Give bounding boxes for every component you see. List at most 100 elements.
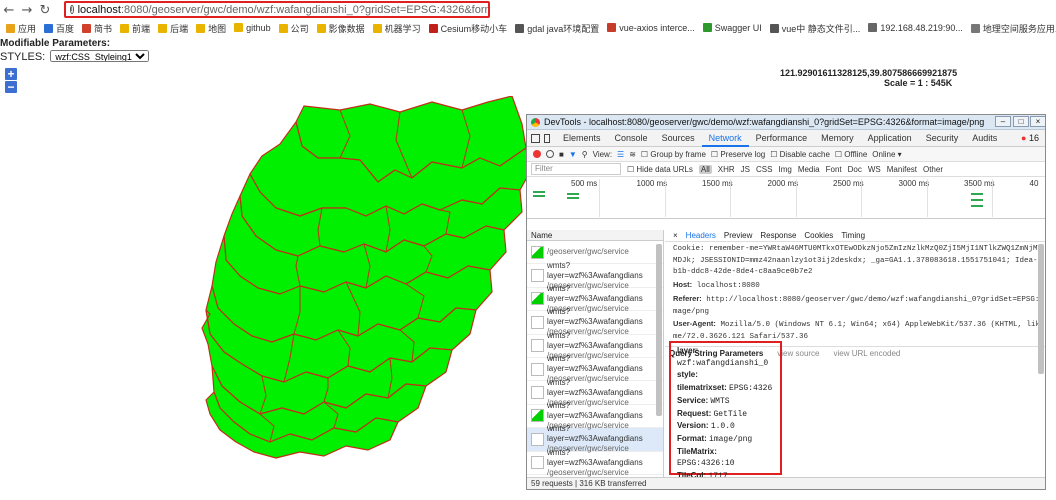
timeline-gridline <box>664 179 666 217</box>
request-name: wmts?layer=wzf%3Awafangdians <box>547 330 643 350</box>
bookmark-item[interactable]: 192.168.48.219:90... <box>868 23 963 33</box>
filter-type-media[interactable]: Media <box>798 165 820 174</box>
preserve-log-checkbox[interactable]: ☐ Preserve log <box>711 150 765 159</box>
bookmark-label: 机器学习 <box>384 23 421 34</box>
tab-security[interactable]: Security <box>919 130 966 147</box>
clear-icon[interactable] <box>546 150 554 158</box>
devtools-tabs: Elements Console Sources Network Performance… <box>527 130 1045 147</box>
bookmark-label: 影像数据 <box>328 23 365 34</box>
request-name: wmts?layer=wzf%3Awafangdians <box>547 260 643 280</box>
detail-tab-preview[interactable]: Preview <box>724 231 752 240</box>
bookmark-label: Swagger UI <box>714 23 762 33</box>
view-waterfall-icon[interactable]: ≋ <box>629 150 636 159</box>
error-icon: ● <box>1021 133 1027 143</box>
bookmark-item[interactable]: 地图 <box>196 22 226 35</box>
filter-type-xhr[interactable]: XHR <box>718 165 735 174</box>
tab-elements[interactable]: Elements <box>556 130 608 147</box>
tab-console[interactable]: Console <box>608 130 655 147</box>
record-icon[interactable] <box>533 150 541 158</box>
bookmark-item[interactable]: Cesium移动小车 <box>428 22 507 35</box>
header-cookie-line: Cookie: remember-me=YWRtaW46MTU0MTkxOTEw… <box>673 245 1038 253</box>
maximize-button[interactable]: □ <box>1013 116 1029 127</box>
filter-icon[interactable]: ▼ <box>569 150 577 159</box>
tab-audits[interactable]: Audits <box>965 130 1004 147</box>
offline-checkbox[interactable]: ☐ Offline <box>835 150 867 159</box>
bookmark-item[interactable]: 后端 <box>158 22 188 35</box>
address-bar[interactable]: i localhost :8080/geoserver/gwc/demo/wzf… <box>64 1 490 18</box>
detail-tab-cookies[interactable]: Cookies <box>804 231 833 240</box>
group-by-frame-checkbox[interactable]: ☐ Group by frame <box>641 150 706 159</box>
inspect-icon[interactable] <box>531 133 540 143</box>
bookmark-item[interactable]: gdal java环境配置 <box>515 22 599 35</box>
bookmark-label: 公司 <box>290 23 309 34</box>
error-count-badge[interactable]: ● 16 <box>1021 133 1039 143</box>
zoom-in-button[interactable]: + <box>5 68 17 80</box>
filter-type-ws[interactable]: WS <box>868 165 881 174</box>
search-icon[interactable]: ⚲ <box>582 150 588 159</box>
detail-tab-response[interactable]: Response <box>760 231 796 240</box>
bookmark-item[interactable]: 简书 <box>82 22 112 35</box>
request-list-scrollbar[interactable] <box>656 244 662 416</box>
back-arrow-icon[interactable]: ← <box>0 3 18 18</box>
bookmark-label: gdal java环境配置 <box>527 23 600 34</box>
offline-label: Offline <box>844 149 868 159</box>
bookmark-item[interactable]: 应用 <box>6 22 36 35</box>
close-button[interactable]: × <box>1030 116 1045 127</box>
filter-type-css[interactable]: CSS <box>756 165 772 174</box>
detail-tab-headers[interactable]: Headers <box>686 231 716 240</box>
query-param-key: tilematrixset: <box>677 383 727 393</box>
view-source-link[interactable]: view source <box>777 349 819 358</box>
throttle-select[interactable]: Online ▾ <box>872 150 901 159</box>
tab-sources[interactable]: Sources <box>655 130 702 147</box>
filter-type-manifest[interactable]: Manifest <box>887 165 917 174</box>
tab-memory[interactable]: Memory <box>814 130 861 147</box>
filter-type-js[interactable]: JS <box>741 165 750 174</box>
bookmark-item[interactable]: github <box>234 23 271 33</box>
name-column-header[interactable]: Name <box>527 230 663 241</box>
styles-select[interactable]: wzf:CSS_Styleing1 <box>50 50 150 62</box>
camera-icon[interactable]: ■ <box>559 150 564 159</box>
filter-type-other[interactable]: Other <box>923 165 943 174</box>
bookmark-item[interactable]: vue中 静态文件引... <box>769 22 860 35</box>
bookmark-item[interactable]: 机器学习 <box>372 22 421 35</box>
filter-type-img[interactable]: Img <box>778 165 791 174</box>
bookmark-item[interactable]: 公司 <box>278 22 309 35</box>
timeline-bar <box>971 205 983 207</box>
query-param-key: Request: <box>677 408 712 418</box>
zoom-out-button[interactable]: − <box>5 81 17 93</box>
filter-type-font[interactable]: Font <box>826 165 842 174</box>
network-timeline[interactable]: 500 ms 1000 ms 1500 ms 2000 ms 2500 ms 3000 m… <box>527 177 1045 219</box>
forward-arrow-icon[interactable]: → <box>18 3 36 18</box>
tab-application[interactable]: Application <box>861 130 919 147</box>
request-row[interactable]: wmts?layer=wzf%3Awafangdians/geoserver/g… <box>527 448 663 477</box>
device-icon[interactable] <box>544 133 550 143</box>
tab-network[interactable]: Network <box>701 130 749 147</box>
bookmark-item[interactable]: 影像数据 <box>316 22 365 35</box>
request-headers: Cookie: remember-me=YWRtaW46MTU0MTkxOTEw… <box>665 242 1045 346</box>
close-details-icon[interactable]: × <box>673 231 678 240</box>
filter-all-button[interactable]: All <box>698 164 712 174</box>
view-url-encoded-link[interactable]: view URL encoded <box>834 349 901 358</box>
minimize-button[interactable]: – <box>995 116 1011 127</box>
header-referer-cont: mage/png <box>673 307 710 316</box>
bookmark-label: 应用 <box>18 23 37 34</box>
bookmark-item[interactable]: 地理空间服务应用... <box>970 22 1056 35</box>
filter-type-doc[interactable]: Doc <box>848 165 862 174</box>
map-canvas[interactable] <box>200 96 540 466</box>
disable-cache-label: Disable cache <box>779 149 830 159</box>
query-param: Format: image/png <box>677 433 774 446</box>
detail-tab-timing[interactable]: Timing <box>841 231 865 240</box>
bookmarks-bar: 应用 百度 简书 前端 后端 地图 github 公司 影像数据 机器学习 Cesium移动小车 gd… <box>0 20 1056 36</box>
bookmark-item[interactable]: vue-axios interce... <box>607 23 695 33</box>
view-list-icon[interactable]: ☰ <box>617 150 624 159</box>
details-scrollbar[interactable] <box>1038 244 1044 374</box>
filter-input[interactable]: Filter <box>531 163 621 175</box>
reload-icon[interactable]: ↻ <box>36 3 54 18</box>
disable-cache-checkbox[interactable]: ☐ Disable cache <box>770 150 830 159</box>
bookmark-item[interactable]: Swagger UI <box>702 23 762 33</box>
hide-data-urls-checkbox[interactable]: ☐ Hide data URLs <box>627 165 693 174</box>
bookmark-item[interactable]: 前端 <box>120 22 150 35</box>
url-host: localhost <box>77 3 121 16</box>
bookmark-item[interactable]: 百度 <box>44 22 74 35</box>
tab-performance[interactable]: Performance <box>749 130 815 147</box>
